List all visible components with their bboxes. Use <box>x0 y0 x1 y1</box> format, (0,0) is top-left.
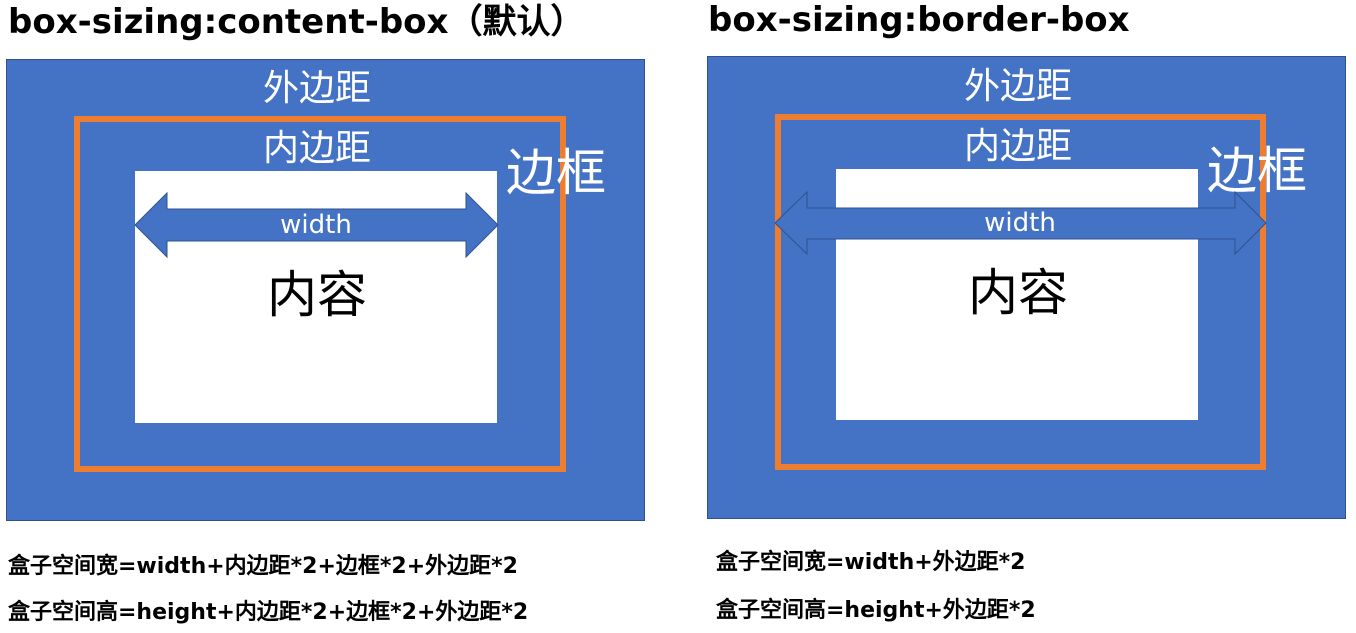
right-formula-height: 盒子空间高=height+外边距*2 <box>716 598 1036 623</box>
right-formula-width: 盒子空间宽=width+外边距*2 <box>716 550 1026 575</box>
right-width-arrow <box>774 190 1267 256</box>
right-content-label: 内容 <box>968 264 1068 322</box>
right-width-label: width <box>984 208 1056 238</box>
